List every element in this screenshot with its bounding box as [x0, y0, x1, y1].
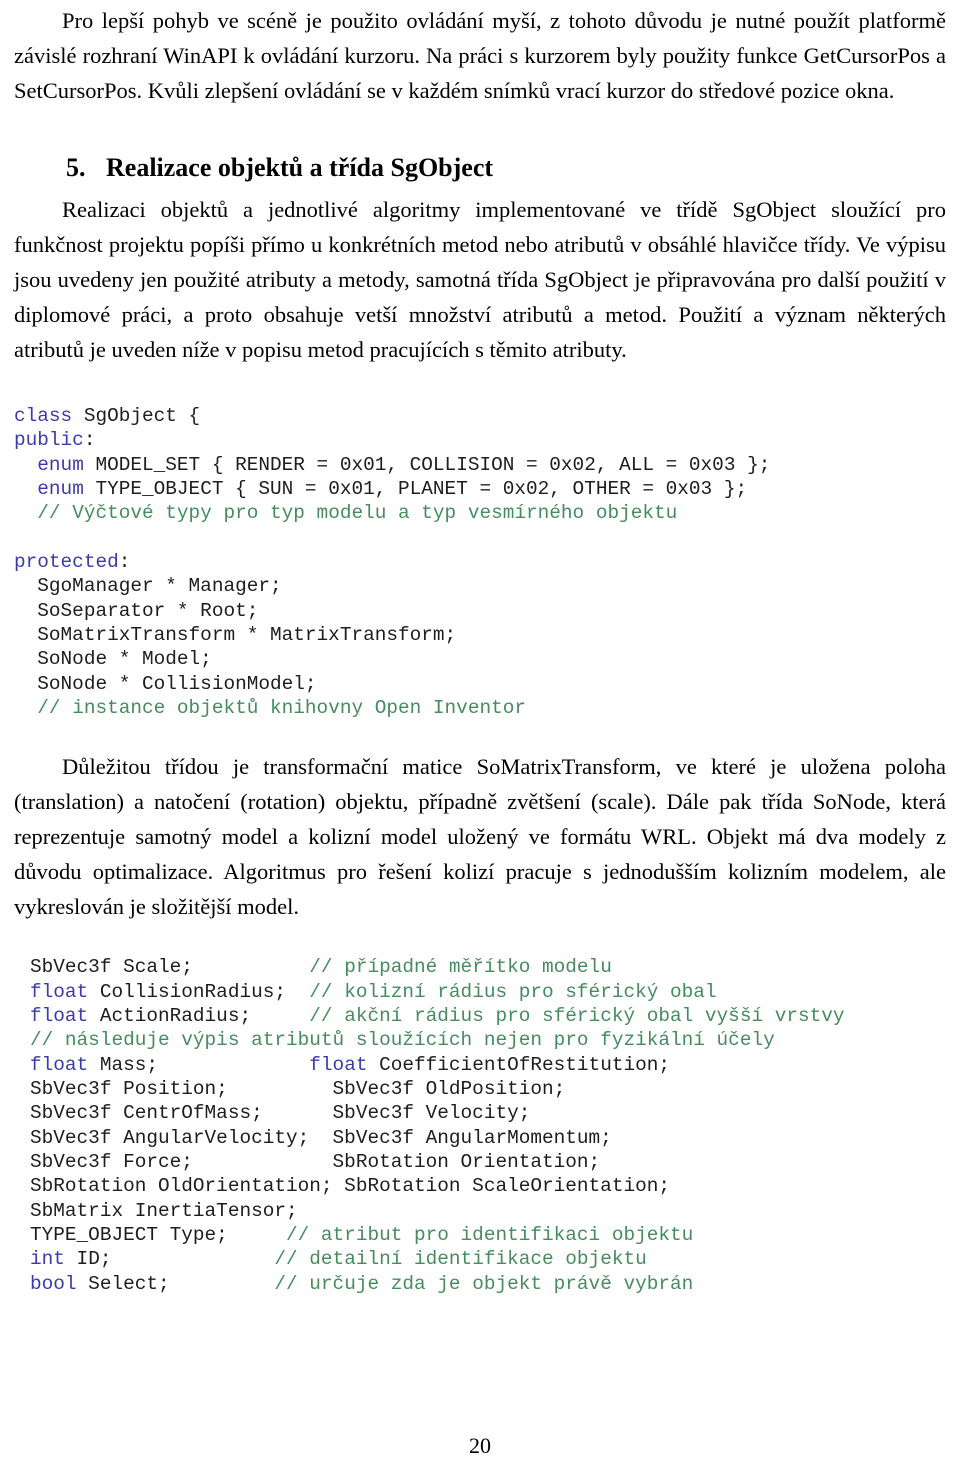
code-token-pln: : — [118, 550, 131, 573]
code-token-cmt: // akční rádius pro sférický obal vyšší … — [309, 1004, 845, 1027]
code-token-pln: SbVec3f Scale; — [30, 956, 310, 979]
spacer-after-code-block-1 — [14, 720, 946, 750]
code-token-pln: CollisionRadius; — [88, 980, 310, 1003]
code-token-kw: float — [30, 980, 89, 1003]
code-token-pln: SbMatrix InertiaTensor; — [30, 1199, 298, 1222]
code-token-kw: bool — [30, 1272, 77, 1295]
section-heading-text: Realizace objektů a třída SgObject — [106, 152, 494, 182]
code-token-cmt: // kolizní rádius pro sférický obal — [309, 980, 717, 1003]
code-token-pln: SoNode * CollisionModel; — [14, 672, 317, 695]
code-token-pln: Select; — [76, 1272, 275, 1295]
code-token-cmt: // instance objektů knihovny Open Invent… — [37, 697, 527, 719]
code-token-pln: TYPE_OBJECT Type; — [30, 1224, 286, 1247]
paragraph-intro: Pro lepší pohyb ve scéně je použito ovlá… — [14, 8, 946, 103]
code-token-cmt: // určuje zda je objekt právě vybrán — [274, 1272, 694, 1295]
code-token-kw: protected — [14, 550, 119, 573]
code-token-pln: MODEL_SET { RENDER = 0x01, COLLISION = 0… — [83, 453, 771, 476]
code-token-pln — [14, 454, 37, 476]
code-token-kw: class — [14, 404, 73, 427]
code-token-pln: TYPE_OBJECT { SUN = 0x01, PLANET = 0x02,… — [83, 477, 748, 500]
code-block-class-declaration: class SgObject { public: enum MODEL_SET … — [14, 368, 946, 720]
code-token-kw: float — [30, 1053, 89, 1076]
code-block-attributes: SbVec3f Scale; // případné měřítko model… — [14, 925, 946, 1296]
code-token-pln: SgObject { — [72, 404, 201, 427]
code-token-kw: public — [14, 429, 84, 452]
paragraph-after-heading: Realizaci objektů a jednotlivé algoritmy… — [14, 196, 946, 362]
code-token-kw: int — [30, 1248, 65, 1271]
document-page: Pro lepší pohyb ve scéně je použito ovlá… — [0, 0, 960, 1479]
code-token-kw: float — [30, 1004, 89, 1027]
code-token-pln: SbVec3f Position; SbVec3f OldPosition; — [30, 1077, 566, 1100]
code-token-cmt: // atribut pro identifikaci objektu — [286, 1224, 694, 1247]
code-token-pln: SgoManager * Manager; — [14, 575, 282, 598]
code-token-pln: CoefficientOfRestitution; — [367, 1053, 671, 1076]
section-heading: 5. Realizace objektů a třída SgObject — [14, 109, 946, 193]
code-token-pln: SoMatrixTransform * MatrixTransform; — [14, 623, 457, 646]
code-token-pln: SbVec3f Force; SbRotation Orientation; — [30, 1151, 601, 1174]
code-token-pln — [14, 697, 37, 719]
code-token-kw: float — [309, 1053, 368, 1076]
code-token-pln: Mass; — [88, 1053, 310, 1076]
code-token-cmt: // detailní identifikace objektu — [274, 1248, 647, 1271]
page-number: 20 — [469, 1433, 491, 1458]
code-token-kw: enum — [37, 453, 84, 476]
code-token-pln: SoNode * Model; — [14, 648, 212, 671]
code-token-pln: SoSeparator * Root; — [14, 599, 259, 622]
code-token-pln: ActionRadius; — [88, 1004, 310, 1027]
code-token-pln — [14, 502, 37, 524]
code-token-pln: SbRotation OldOrientation; SbRotation Sc… — [30, 1175, 670, 1198]
section-heading-number: 5. — [66, 152, 86, 182]
code-token-pln: : — [83, 429, 96, 452]
paragraph-between-code: Důležitou třídou je transformační matice… — [14, 754, 946, 920]
code-token-pln: ID; — [64, 1248, 275, 1271]
code-token-cmt: // následuje výpis atributů sloužících n… — [30, 1029, 775, 1052]
code-token-kw: enum — [37, 477, 84, 500]
code-token-pln: SbVec3f CentrOfMass; SbVec3f Velocity; — [30, 1102, 531, 1125]
code-token-pln: SbVec3f AngularVelocity; SbVec3f Angular… — [30, 1126, 612, 1149]
code-token-cmt: // případné měřítko modelu — [309, 956, 612, 979]
code-token-pln — [14, 478, 37, 500]
code-token-cmt: // Výčtové typy pro typ modelu a typ ves… — [37, 502, 678, 525]
